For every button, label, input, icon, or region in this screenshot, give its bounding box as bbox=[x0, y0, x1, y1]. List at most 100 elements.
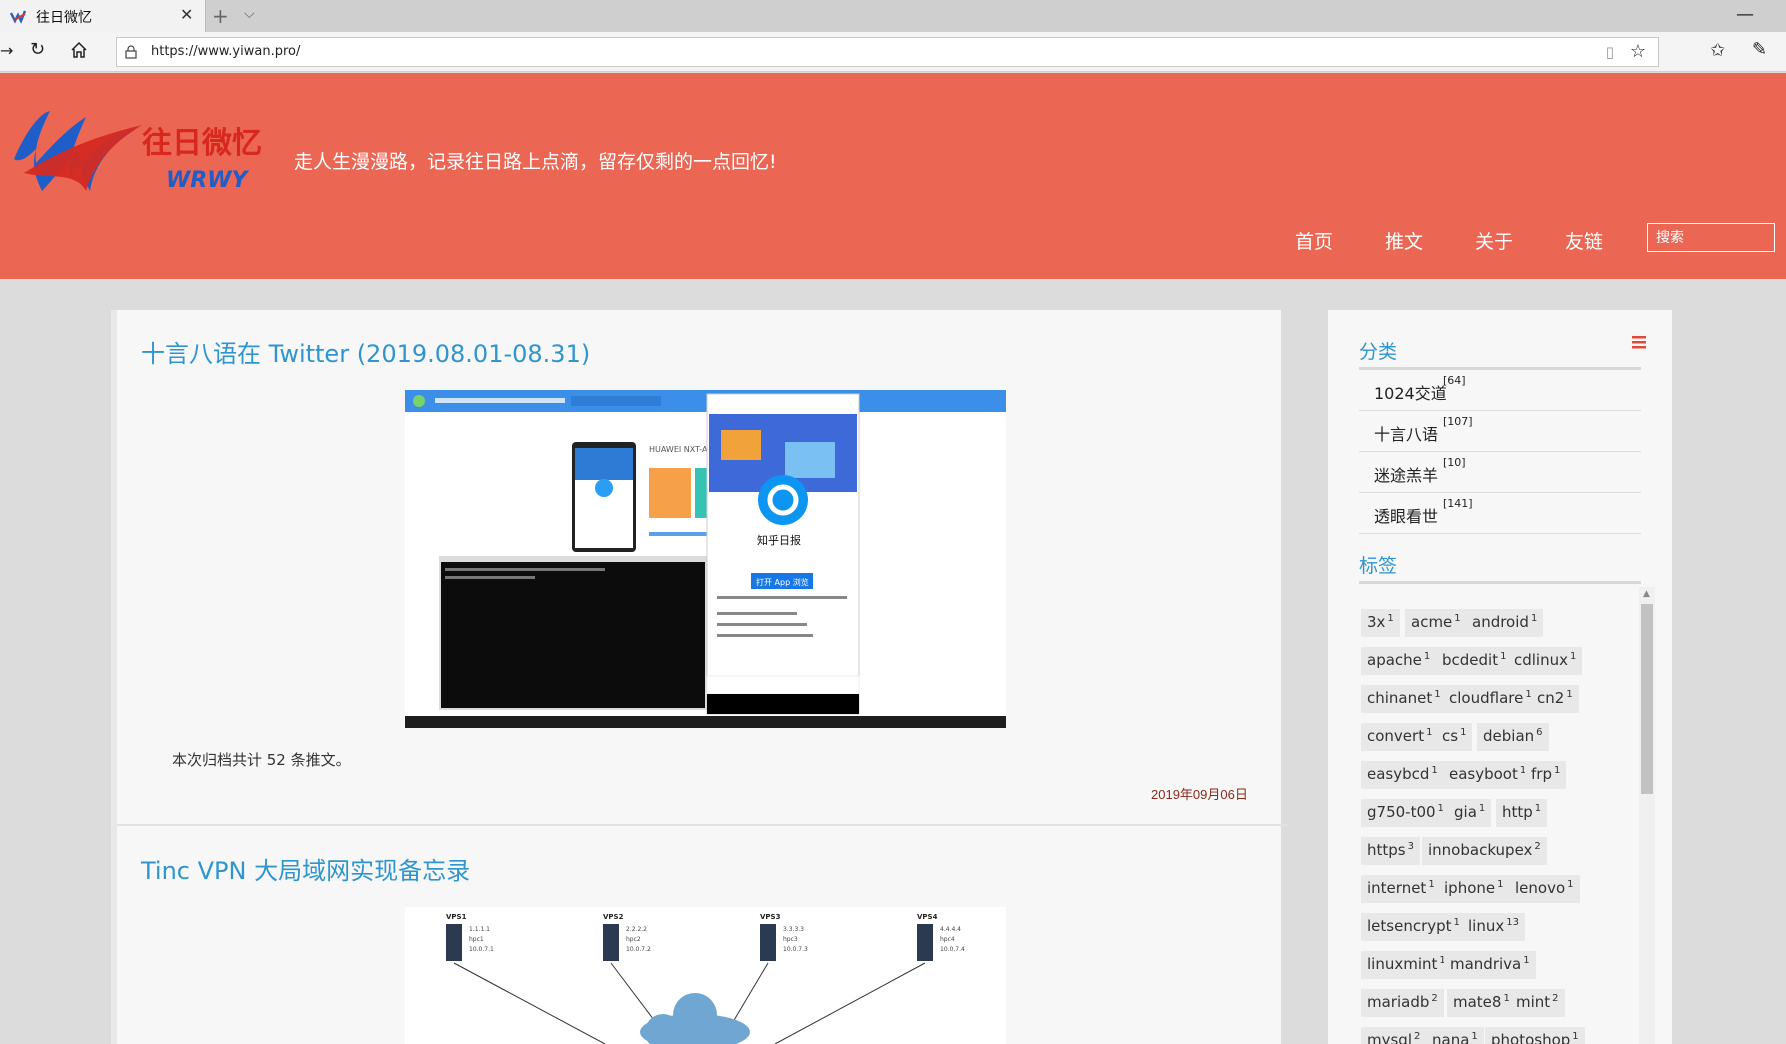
diagram-node-lan-ip: 10.0.7.1 bbox=[469, 946, 494, 953]
diagram-node-ip: 2.2.2.2 bbox=[626, 926, 647, 933]
tag-scrollbar[interactable]: ▲ bbox=[1639, 587, 1655, 1044]
category-item[interactable]: 十言八语 [107] bbox=[1359, 411, 1641, 452]
diagram-node-label: VPS1 bbox=[446, 913, 467, 921]
nav-about-link[interactable]: 关于 bbox=[1475, 227, 1513, 254]
tag-link[interactable]: gia 1 bbox=[1448, 799, 1492, 827]
tag-link[interactable]: linuxmint 1 bbox=[1361, 951, 1452, 979]
tag-link[interactable]: photoshop 1 bbox=[1485, 1027, 1585, 1044]
new-tab-icon[interactable]: + bbox=[212, 4, 229, 28]
tag-link[interactable]: debian 6 bbox=[1477, 723, 1549, 751]
diagram-node-lan-ip: 10.0.7.2 bbox=[626, 946, 651, 953]
diagram-node-label: VPS4 bbox=[917, 913, 938, 921]
favorites-icon[interactable]: ✩ bbox=[1710, 40, 1725, 61]
tag-link[interactable]: cn2 1 bbox=[1531, 685, 1579, 713]
back-arrow-icon[interactable]: → bbox=[0, 41, 13, 60]
network-diagram-image[interactable]: VPS1 1.1.1.1 hpc1 10.0.7.1 VPS2 2.2.2.2 … bbox=[405, 907, 1006, 1044]
diagram-node-lan-ip: 10.0.7.3 bbox=[783, 946, 808, 953]
category-count: [141] bbox=[1443, 497, 1473, 510]
tag-link[interactable]: cloudflare 1 bbox=[1443, 685, 1538, 713]
diagram-node-ip: 1.1.1.1 bbox=[469, 926, 490, 933]
category-item[interactable]: 透眼看世 [141] bbox=[1359, 493, 1641, 534]
tag-link[interactable]: easyboot 1 bbox=[1443, 761, 1533, 789]
tag-link[interactable]: easybcd 1 bbox=[1361, 761, 1444, 789]
tag-link[interactable]: chinanet 1 bbox=[1361, 685, 1447, 713]
refresh-icon[interactable]: ↻ bbox=[30, 39, 45, 60]
diagram-node-label: VPS3 bbox=[760, 913, 781, 921]
browser-tab[interactable]: 往日微忆 ✕ bbox=[0, 0, 206, 32]
post-list: 十言八语在 Twitter (2019.08.01-08.31) HUAWEI … bbox=[111, 310, 1287, 1044]
tag-link[interactable]: 3x 1 bbox=[1361, 609, 1400, 637]
diagram-node-ip: 4.4.4.4 bbox=[940, 926, 961, 933]
tag-link[interactable]: mariadb 2 bbox=[1361, 989, 1444, 1017]
tab-close-icon[interactable]: ✕ bbox=[180, 5, 193, 24]
tag-link[interactable]: mate8 1 bbox=[1447, 989, 1516, 1017]
browser-nav-bar: → ↻ https://www.yiwan.pro/ ▯ ☆ ✩ ✎ bbox=[0, 32, 1786, 72]
tag-link[interactable]: mint 2 bbox=[1510, 989, 1565, 1017]
site-favicon-icon bbox=[10, 10, 26, 24]
chevron-down-icon[interactable]: ⌵ bbox=[244, 6, 255, 22]
post-excerpt: 本次归档共计 52 条推文。 bbox=[172, 751, 351, 769]
diagram-node-host: hpc1 bbox=[469, 936, 484, 943]
tag-link[interactable]: mandriva 1 bbox=[1444, 951, 1536, 979]
pen-notes-icon[interactable]: ✎ bbox=[1752, 39, 1767, 60]
tag-link[interactable]: convert 1 bbox=[1361, 723, 1439, 751]
category-name[interactable]: 迷途羔羊 bbox=[1374, 462, 1438, 486]
search-input[interactable] bbox=[1647, 223, 1775, 252]
scroll-up-arrow-icon[interactable]: ▲ bbox=[1643, 589, 1650, 599]
nav-tweets-link[interactable]: 推文 bbox=[1385, 227, 1423, 254]
category-item[interactable]: 1024交道 [64] bbox=[1359, 370, 1641, 411]
browser-tab-bar: 往日微忆 ✕ + ⌵ — bbox=[0, 0, 1786, 32]
tag-link[interactable]: https 3 bbox=[1361, 837, 1420, 865]
tag-link[interactable]: bcdedit 1 bbox=[1436, 647, 1513, 675]
menu-icon[interactable] bbox=[1632, 336, 1646, 349]
tag-link[interactable]: frp 1 bbox=[1525, 761, 1567, 789]
diagram-node-label: VPS2 bbox=[603, 913, 624, 921]
scroll-thumb[interactable] bbox=[1641, 604, 1653, 794]
tag-link[interactable]: lenovo 1 bbox=[1509, 875, 1580, 903]
tag-link[interactable]: linux 13 bbox=[1462, 913, 1525, 941]
diagram-node-ip: 3.3.3.3 bbox=[783, 926, 804, 933]
site-slogan: 走人生漫漫路，记录往日路上点滴，留存仅剩的一点回忆! bbox=[294, 151, 777, 173]
nav-home-link[interactable]: 首页 bbox=[1295, 227, 1333, 254]
nav-friends-link[interactable]: 友链 bbox=[1565, 227, 1603, 254]
category-name[interactable]: 透眼看世 bbox=[1374, 503, 1438, 527]
tab-title: 往日微忆 bbox=[36, 10, 92, 26]
tag-link[interactable]: acme 1 bbox=[1405, 609, 1467, 637]
sidebar: 分类 1024交道 [64] 十言八语 [107] 迷途羔羊 [10] 透眼看世… bbox=[1328, 310, 1672, 1044]
minimize-window-icon[interactable]: — bbox=[1736, 4, 1754, 25]
reading-view-icon[interactable]: ▯ bbox=[1606, 43, 1614, 61]
tag-link[interactable]: g750-t00 1 bbox=[1361, 799, 1450, 827]
tag-link[interactable]: cs 1 bbox=[1436, 723, 1473, 751]
tag-link[interactable]: iphone 1 bbox=[1438, 875, 1510, 903]
favorite-star-icon[interactable]: ☆ bbox=[1630, 41, 1646, 62]
diagram-node-lan-ip: 10.0.7.4 bbox=[940, 946, 965, 953]
post-title-link[interactable]: 十言八语在 Twitter (2019.08.01-08.31) bbox=[141, 334, 590, 369]
tag-link[interactable]: innobackupex 2 bbox=[1422, 837, 1547, 865]
logo-text-cn: 往日微忆 bbox=[142, 126, 262, 161]
category-name[interactable]: 1024交道 bbox=[1374, 380, 1447, 404]
category-item[interactable]: 迷途羔羊 [10] bbox=[1359, 452, 1641, 493]
home-icon[interactable] bbox=[70, 41, 88, 59]
tag-link[interactable]: letsencrypt 1 bbox=[1361, 913, 1466, 941]
post-thumbnail-image[interactable]: HUAWEI NXT-AL10 知乎日报 打开 App 浏览 bbox=[405, 390, 1006, 728]
tag-link[interactable]: mysql 2 bbox=[1361, 1027, 1427, 1044]
app-open-button: 打开 App 浏览 bbox=[756, 577, 809, 587]
category-count: [10] bbox=[1443, 456, 1466, 469]
tag-link[interactable]: nana 1 bbox=[1426, 1027, 1484, 1044]
site-logo[interactable]: 往日微忆 WRWY bbox=[6, 101, 266, 199]
tag-link[interactable]: internet 1 bbox=[1361, 875, 1441, 903]
category-count: [64] bbox=[1443, 374, 1466, 387]
categories-heading: 分类 bbox=[1359, 341, 1398, 363]
category-name[interactable]: 十言八语 bbox=[1374, 421, 1438, 445]
site-header: 往日微忆 WRWY 走人生漫漫路，记录往日路上点滴，留存仅剩的一点回忆! 首页 … bbox=[0, 73, 1786, 279]
diagram-node-host: hpc3 bbox=[783, 936, 798, 943]
tag-link[interactable]: http 1 bbox=[1496, 799, 1548, 827]
tag-link[interactable]: android 1 bbox=[1466, 609, 1544, 637]
address-bar[interactable]: https://www.yiwan.pro/ ▯ ☆ bbox=[116, 37, 1659, 67]
post-divider bbox=[117, 824, 1287, 826]
post-title-link[interactable]: Tinc VPN 大局域网实现备忘录 bbox=[141, 851, 470, 886]
tag-link[interactable]: apache 1 bbox=[1361, 647, 1437, 675]
lock-icon bbox=[125, 45, 137, 59]
tag-link[interactable]: cdlinux 1 bbox=[1508, 647, 1583, 675]
address-url[interactable]: https://www.yiwan.pro/ bbox=[151, 44, 300, 59]
